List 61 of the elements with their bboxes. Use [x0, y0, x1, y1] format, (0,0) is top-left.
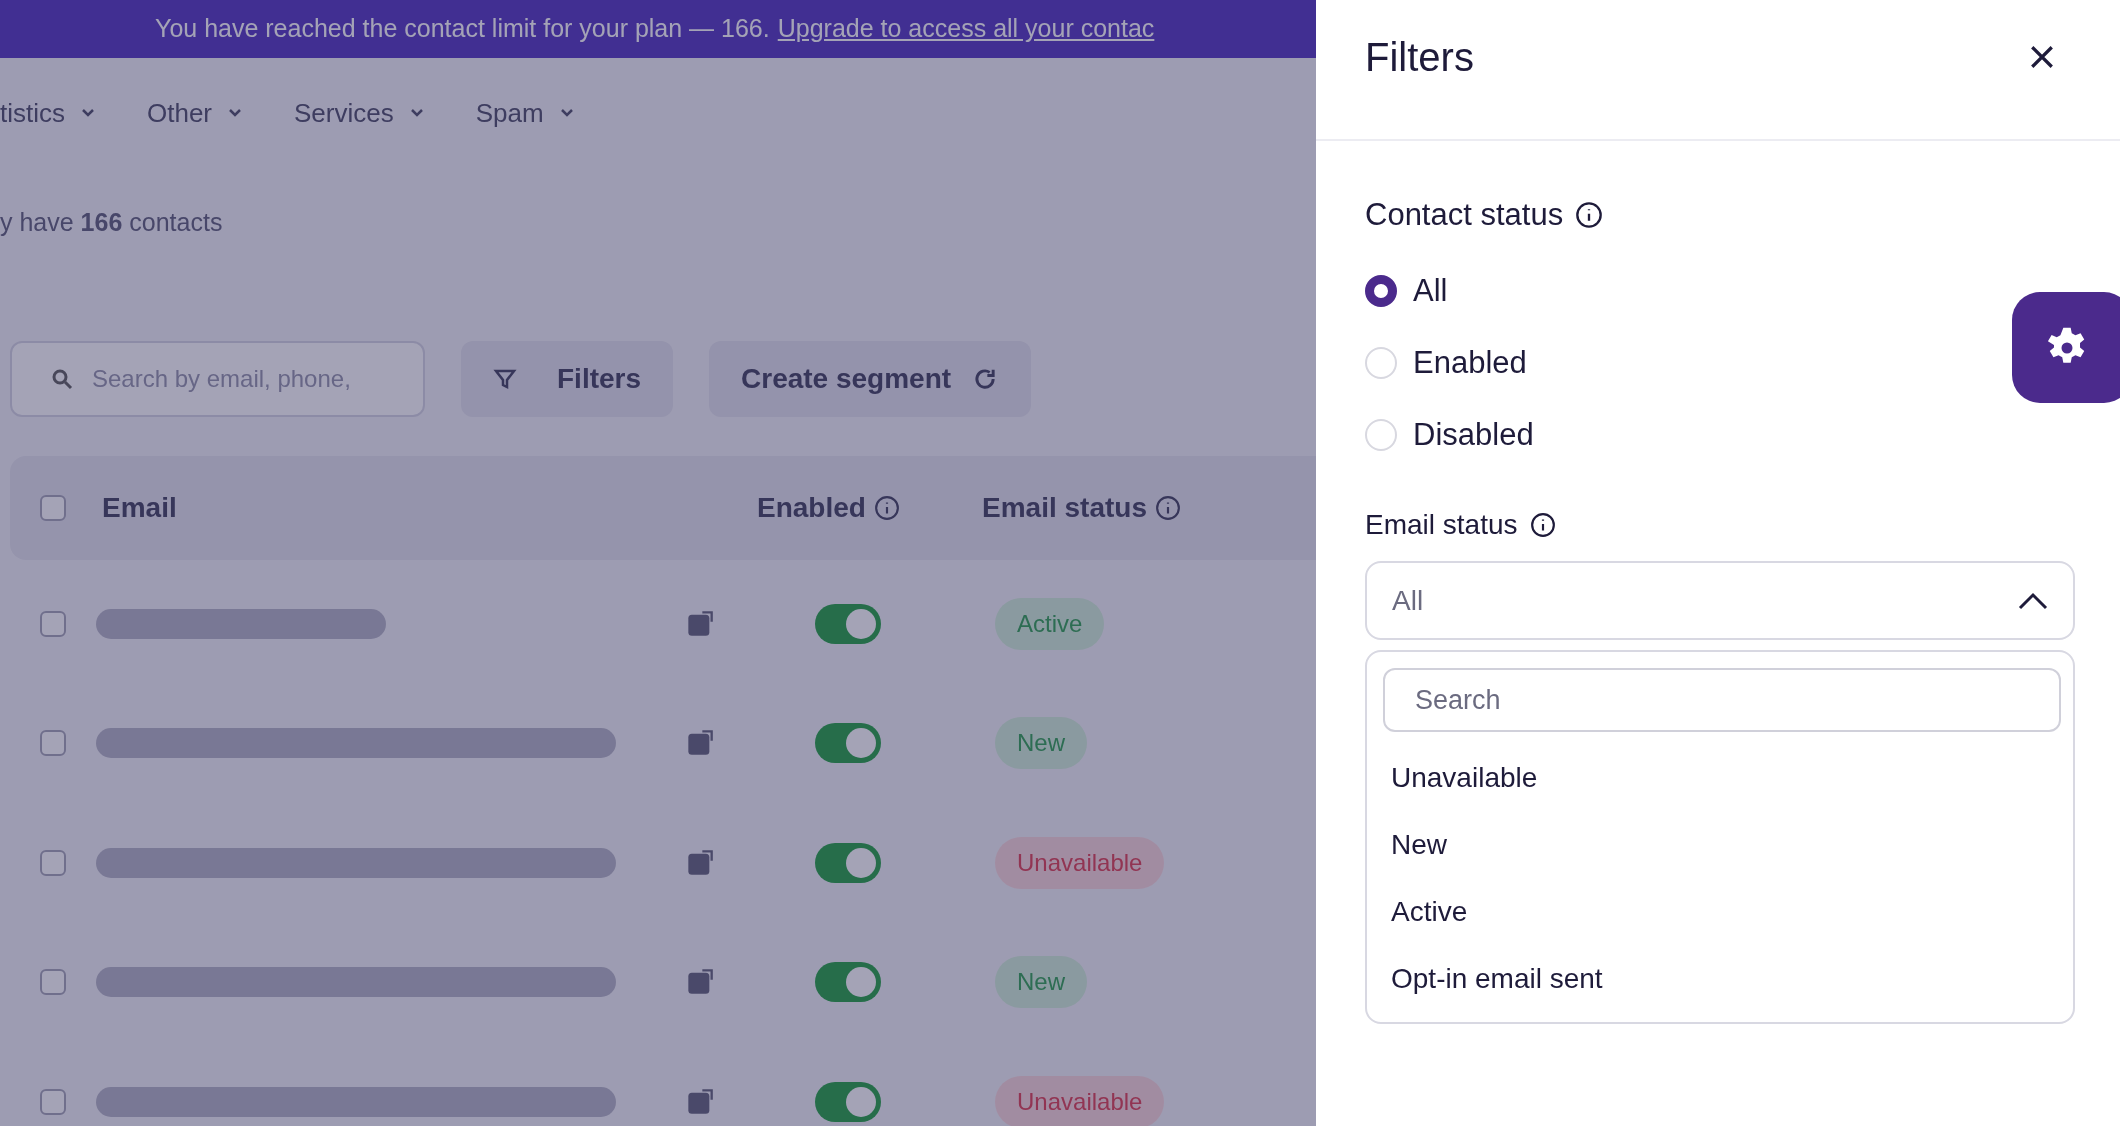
dropdown-option[interactable]: Active — [1383, 878, 2057, 945]
row-checkbox[interactable] — [40, 969, 66, 996]
edit-icon[interactable] — [686, 848, 714, 877]
nav-menu-item[interactable]: Spam — [475, 93, 574, 133]
dropdown-search-field[interactable]: Search — [1383, 668, 2061, 732]
enabled-toggle[interactable] — [815, 842, 881, 883]
column-header: Email — [102, 491, 178, 525]
dropdown-option[interactable]: Opt-in email sent — [1383, 945, 2057, 1012]
column-header: Enabled — [757, 491, 866, 525]
edit-icon[interactable] — [686, 968, 714, 997]
dim-overlay[interactable] — [0, 0, 1316, 1126]
edit-icon[interactable] — [686, 729, 714, 758]
search-icon — [50, 367, 74, 391]
status-badge: New — [995, 717, 1087, 770]
create-segment-button[interactable]: Create segment — [709, 341, 1032, 417]
enabled-toggle[interactable] — [815, 603, 881, 644]
email-status-select[interactable]: All — [1365, 561, 2075, 640]
search-field[interactable]: Search by email, phone, — [10, 341, 425, 417]
caret-icon — [81, 108, 95, 118]
status-badge: Active — [995, 597, 1105, 650]
row-checkbox[interactable] — [40, 610, 66, 637]
upgrade-link[interactable]: Upgrade to access all your contac — [777, 10, 1155, 48]
info-icon — [1575, 201, 1604, 229]
filters-button[interactable]: Filters — [461, 341, 674, 417]
section-label: Email status — [1365, 508, 1518, 542]
radio-option[interactable]: Enabled — [1365, 327, 1527, 399]
dropdown-option[interactable]: Unavailable — [1383, 744, 2057, 811]
info-icon — [873, 495, 900, 521]
info-icon — [1154, 495, 1181, 521]
caret-icon — [228, 108, 243, 118]
row-checkbox[interactable] — [40, 1088, 66, 1115]
contacts-summary: y have 166 contacts — [0, 207, 223, 239]
column-header: Email status — [982, 491, 1147, 525]
chevron-up-icon — [2018, 591, 2048, 610]
dropdown-option[interactable]: New — [1383, 811, 2057, 878]
caret-icon — [409, 108, 424, 118]
radio-button[interactable] — [1365, 275, 1397, 307]
banner-text: You have reached the contact limit for your plan — 166. — [155, 13, 770, 45]
status-badge: Unavailable — [995, 1075, 1165, 1126]
radio-option[interactable]: Disabled — [1365, 399, 1534, 471]
funnel-icon — [493, 367, 517, 391]
status-badge: Unavailable — [995, 836, 1165, 889]
edit-icon[interactable] — [686, 609, 714, 638]
radio-option[interactable]: All — [1365, 255, 1448, 327]
info-icon — [1529, 512, 1556, 538]
nav-menu-item[interactable]: Other — [147, 93, 243, 133]
nav-menu-item[interactable]: tistics — [0, 93, 95, 133]
header-checkbox[interactable] — [40, 495, 66, 521]
close-icon — [2029, 43, 2055, 70]
row-checkbox[interactable] — [40, 849, 66, 876]
section-label: Contact status — [1365, 195, 1564, 234]
panel-title: Filters — [1365, 33, 1474, 81]
enabled-toggle[interactable] — [815, 723, 881, 764]
enabled-toggle[interactable] — [815, 962, 881, 1003]
settings-button[interactable] — [2012, 292, 2120, 403]
row-checkbox[interactable] — [40, 730, 66, 757]
status-badge: New — [995, 956, 1087, 1009]
enabled-toggle[interactable] — [815, 1081, 881, 1122]
nav-menu-item[interactable]: Services — [294, 93, 424, 133]
caret-icon — [559, 108, 574, 118]
edit-icon[interactable] — [686, 1087, 714, 1116]
